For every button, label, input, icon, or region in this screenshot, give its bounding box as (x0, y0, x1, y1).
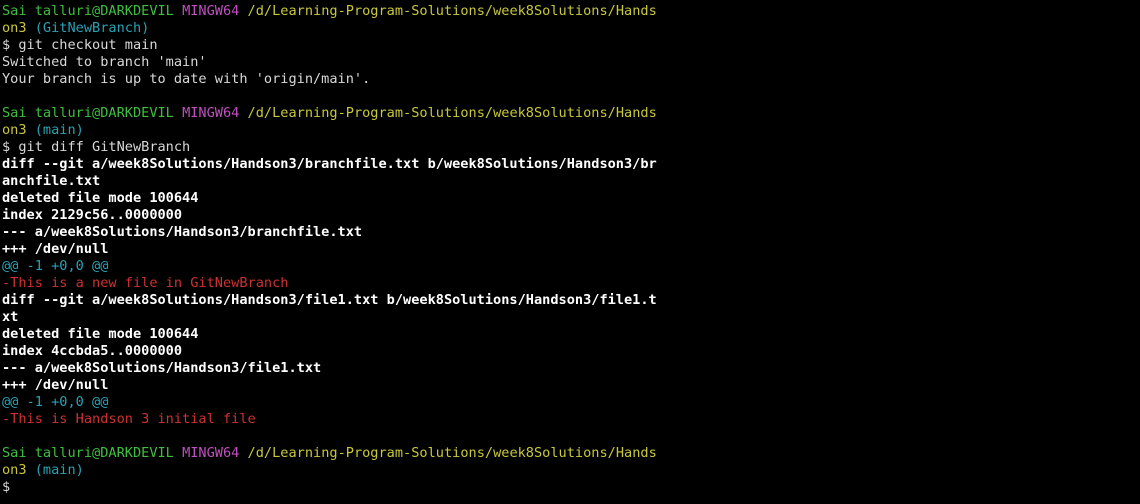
diff-plus-file: +++ /dev/null (2, 241, 109, 257)
diff-header-continued: anchfile.txt (2, 173, 101, 189)
prompt-branch: (main) (34, 122, 84, 138)
prompt-path: /d/Learning-Program-Solutions/week8Solut… (247, 445, 657, 461)
prompt-path: /d/Learning-Program-Solutions/week8Solut… (247, 105, 657, 121)
prompt-path-continued: on3 (2, 122, 27, 138)
diff-header-continued: xt (2, 309, 19, 325)
diff-file-mode: deleted file mode 100644 (2, 326, 199, 342)
output-line: Your branch is up to date with 'origin/m… (2, 71, 371, 87)
diff-file-mode: deleted file mode 100644 (2, 190, 199, 206)
diff-plus-file: +++ /dev/null (2, 377, 109, 393)
diff-index: index 2129c56..0000000 (2, 207, 183, 223)
prompt-branch: (GitNewBranch) (34, 20, 150, 36)
prompt-shell: MINGW64 (182, 445, 240, 461)
diff-header: diff --git a/week8Solutions/Handson3/fil… (2, 292, 657, 308)
command-line: $ git checkout main (2, 37, 158, 53)
output-line: Switched to branch 'main' (2, 54, 207, 70)
diff-header: diff --git a/week8Solutions/Handson3/bra… (2, 156, 657, 172)
diff-index: index 4ccbda5..0000000 (2, 343, 183, 359)
prompt-shell: MINGW64 (182, 3, 240, 19)
prompt-shell: MINGW64 (182, 105, 240, 121)
diff-removed-line: -This is a new file in GitNewBranch (2, 275, 289, 291)
prompt-line-continued: on3 (main) (2, 122, 1140, 139)
shell-prompt-symbol: $ (2, 479, 11, 495)
prompt-line-continued: on3 (GitNewBranch) (2, 20, 1140, 37)
command-input-line[interactable]: $ (2, 479, 1140, 496)
diff-hunk-header: @@ -1 +0,0 @@ (2, 394, 109, 410)
diff-removed-line: -This is Handson 3 initial file (2, 411, 256, 427)
prompt-path-continued: on3 (2, 462, 27, 478)
prompt-line: Sai talluri@DARKDEVIL MINGW64 /d/Learnin… (2, 445, 1140, 462)
prompt-line-continued: on3 (main) (2, 462, 1140, 479)
diff-hunk-header: @@ -1 +0,0 @@ (2, 258, 109, 274)
diff-minus-file: --- a/week8Solutions/Handson3/branchfile… (2, 224, 363, 240)
prompt-user-host: Sai talluri@DARKDEVIL (2, 3, 174, 19)
command-line: $ git diff GitNewBranch (2, 139, 191, 155)
prompt-path: /d/Learning-Program-Solutions/week8Solut… (247, 3, 657, 19)
prompt-path-continued: on3 (2, 20, 27, 36)
terminal-window[interactable]: Sai talluri@DARKDEVIL MINGW64 /d/Learnin… (0, 0, 1140, 504)
prompt-branch: (main) (34, 462, 84, 478)
diff-minus-file: --- a/week8Solutions/Handson3/file1.txt (2, 360, 322, 376)
prompt-line: Sai talluri@DARKDEVIL MINGW64 /d/Learnin… (2, 3, 1140, 20)
prompt-user-host: Sai talluri@DARKDEVIL (2, 445, 174, 461)
prompt-line: Sai talluri@DARKDEVIL MINGW64 /d/Learnin… (2, 105, 1140, 122)
prompt-user-host: Sai talluri@DARKDEVIL (2, 105, 174, 121)
